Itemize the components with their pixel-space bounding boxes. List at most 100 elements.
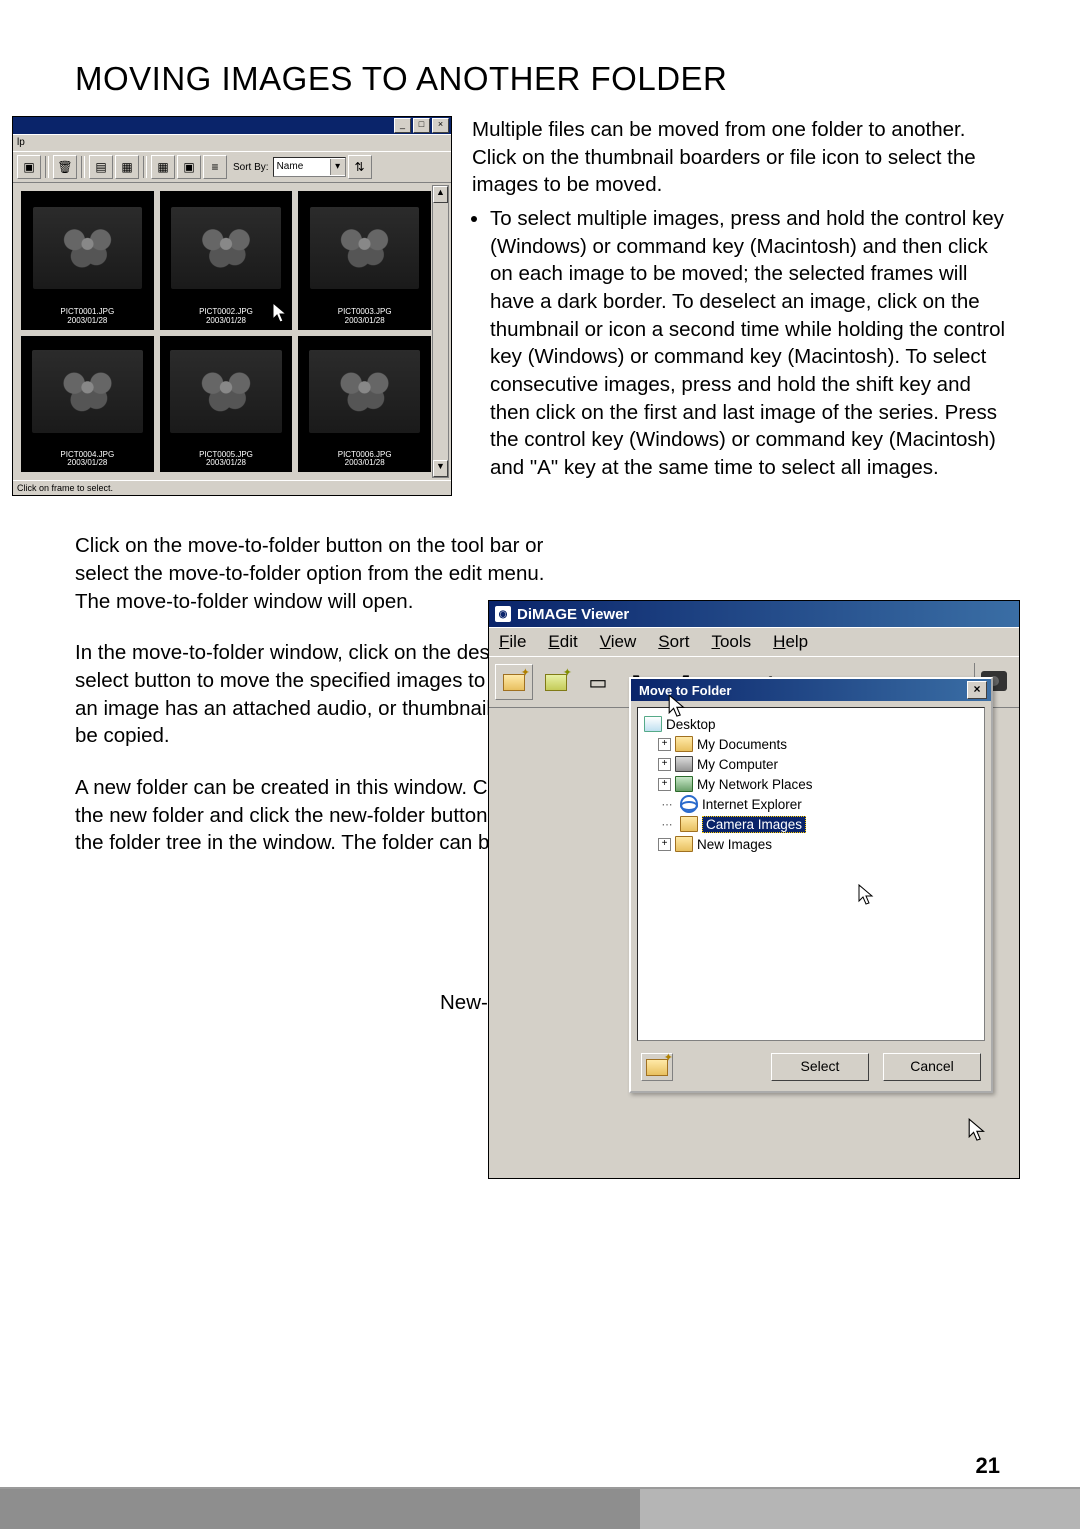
move-folder-icon	[545, 674, 567, 691]
tree-label: My Network Places	[697, 777, 813, 792]
folder-icon	[675, 776, 693, 792]
sort-by-label: Sort By:	[233, 162, 269, 173]
internet-explorer-icon	[680, 795, 698, 813]
viewer-title: DiMAGE Viewer	[517, 606, 629, 623]
menu-file[interactable]: File	[499, 632, 526, 652]
tree-connector: ⋯	[658, 798, 676, 811]
footer-bar	[0, 1487, 1080, 1529]
expand-icon[interactable]: +	[658, 738, 671, 751]
thumbnail-image[interactable]	[298, 336, 431, 448]
section-title: MOVING IMAGES TO ANOTHER FOLDER	[75, 60, 1010, 98]
tree-item[interactable]: ⋯ Camera Images	[644, 814, 978, 834]
sort-direction-button[interactable]: ⇅	[348, 155, 372, 179]
flower-icon	[309, 350, 420, 433]
close-icon[interactable]: ×	[967, 681, 987, 699]
window-titlebar: _ □ ×	[13, 117, 451, 134]
toolbar-button[interactable]: ▭	[579, 664, 617, 700]
toolbar-button[interactable]: ▦	[151, 155, 175, 179]
new-folder-button[interactable]	[641, 1053, 673, 1081]
tree-root[interactable]: Desktop	[644, 714, 978, 734]
thumbnail-filename: PICT0001.JPG2003/01/28	[21, 305, 154, 330]
chevron-down-icon[interactable]: ▾	[330, 159, 345, 175]
thumbnail-image[interactable]	[160, 191, 293, 305]
sort-by-value: Name	[277, 159, 304, 175]
viewer-titlebar: ◉ DiMAGE Viewer	[489, 601, 1019, 627]
tree-label: My Computer	[697, 757, 778, 772]
instruction-paragraph: Click on the move-to-folder button on th…	[75, 532, 555, 615]
folder-icon	[675, 736, 693, 752]
thumbnail-image[interactable]	[21, 336, 154, 448]
flower-icon	[32, 350, 143, 433]
thumbnail-cell[interactable]: PICT0005.JPG2003/01/28	[160, 336, 293, 473]
thumbnail-filename: PICT0003.JPG2003/01/28	[298, 305, 431, 330]
new-folder-toolbar-button[interactable]	[495, 664, 533, 700]
expand-icon[interactable]: +	[658, 838, 671, 851]
scroll-down-icon[interactable]: ▼	[433, 460, 448, 477]
bullet-instruction: To select multiple images, press and hol…	[490, 205, 1010, 482]
app-logo-icon: ◉	[495, 606, 511, 622]
folder-icon	[680, 816, 698, 832]
thumbnail-image[interactable]	[160, 336, 293, 448]
thumbnail-cell[interactable]: PICT0004.JPG2003/01/28	[21, 336, 154, 473]
tree-label: Internet Explorer	[702, 797, 802, 812]
scroll-up-icon[interactable]: ▲	[433, 186, 448, 203]
toolbar-button[interactable]: 🗑	[53, 155, 77, 179]
toolbar-button[interactable]: ≡	[203, 155, 227, 179]
sort-by-select[interactable]: Name ▾	[273, 157, 346, 177]
tree-item[interactable]: +New Images	[644, 834, 978, 854]
menu-help[interactable]: Help	[773, 632, 808, 652]
tree-item[interactable]: + My Network Places	[644, 774, 978, 794]
tree-item[interactable]: + My Computer	[644, 754, 978, 774]
thumbnail-image[interactable]	[298, 191, 431, 305]
toolbar-button[interactable]: ▦	[115, 155, 139, 179]
expand-icon[interactable]: +	[658, 758, 671, 771]
tree-connector: ⋯	[658, 818, 676, 831]
desktop-icon	[644, 716, 662, 732]
minimize-icon[interactable]: _	[394, 118, 411, 133]
thumbnail-browser-window: _ □ × lp ▣ 🗑 ▤ ▦ ▦ ▣ ≡ Sort By: Name ▾	[12, 116, 452, 496]
thumbnail-cell[interactable]: PICT0003.JPG2003/01/28	[298, 191, 431, 330]
page-number: 21	[976, 1453, 1000, 1479]
intro-paragraph: Multiple files can be moved from one fol…	[472, 116, 1010, 199]
toolbar-button[interactable]: ▤	[89, 155, 113, 179]
thumbnail-filename: PICT0004.JPG2003/01/28	[21, 448, 154, 473]
tree-label: Camera Images	[702, 816, 806, 833]
folder-tree[interactable]: Desktop + My Documents + My Computer + My Net…	[637, 707, 985, 1041]
cancel-button[interactable]: Cancel	[883, 1053, 981, 1081]
menu-edit[interactable]: Edit	[548, 632, 577, 652]
new-folder-icon	[646, 1059, 668, 1076]
menu-view[interactable]: View	[600, 632, 637, 652]
vertical-scrollbar[interactable]: ▲ ▼	[432, 185, 449, 478]
dimage-viewer-window: ◉ DiMAGE Viewer File Edit View Sort Tool…	[488, 600, 1020, 1179]
viewer-menubar: File Edit View Sort Tools Help	[489, 627, 1019, 656]
cursor-icon	[857, 883, 877, 907]
menubar-fragment: lp	[13, 134, 451, 151]
thumbnail-filename: PICT0006.JPG2003/01/28	[298, 448, 431, 473]
flower-icon	[33, 207, 142, 290]
tree-label: My Documents	[697, 737, 787, 752]
thumbnail-toolbar: ▣ 🗑 ▤ ▦ ▦ ▣ ≡ Sort By: Name ▾ ⇅	[13, 151, 451, 183]
toolbar-button[interactable]: ▣	[17, 155, 41, 179]
thumbnail-cell[interactable]: PICT0002.JPG2003/01/28	[160, 191, 293, 330]
thumbnail-image[interactable]	[21, 191, 154, 305]
thumbnail-cell[interactable]: PICT0006.JPG2003/01/28	[298, 336, 431, 473]
toolbar-button[interactable]: ▣	[177, 155, 201, 179]
move-to-folder-dialog: Move to Folder × Desktop +My Documents+M…	[629, 677, 993, 1093]
thumbnail-filename: PICT0005.JPG2003/01/28	[160, 448, 293, 473]
tree-item[interactable]: ⋯ Internet Explorer	[644, 794, 978, 814]
flower-icon	[310, 207, 419, 290]
flower-icon	[171, 207, 280, 290]
menu-sort[interactable]: Sort	[658, 632, 689, 652]
cursor-icon	[967, 1117, 989, 1143]
cursor-icon	[667, 693, 689, 719]
flower-icon	[170, 350, 281, 433]
thumbnail-filename: PICT0002.JPG2003/01/28	[160, 305, 293, 330]
menu-tools[interactable]: Tools	[711, 632, 751, 652]
thumbnail-cell[interactable]: PICT0001.JPG2003/01/28	[21, 191, 154, 330]
close-icon[interactable]: ×	[432, 118, 449, 133]
select-button[interactable]: Select	[771, 1053, 869, 1081]
expand-icon[interactable]: +	[658, 778, 671, 791]
move-to-folder-toolbar-button[interactable]	[537, 664, 575, 700]
tree-item[interactable]: + My Documents	[644, 734, 978, 754]
maximize-icon[interactable]: □	[413, 118, 430, 133]
